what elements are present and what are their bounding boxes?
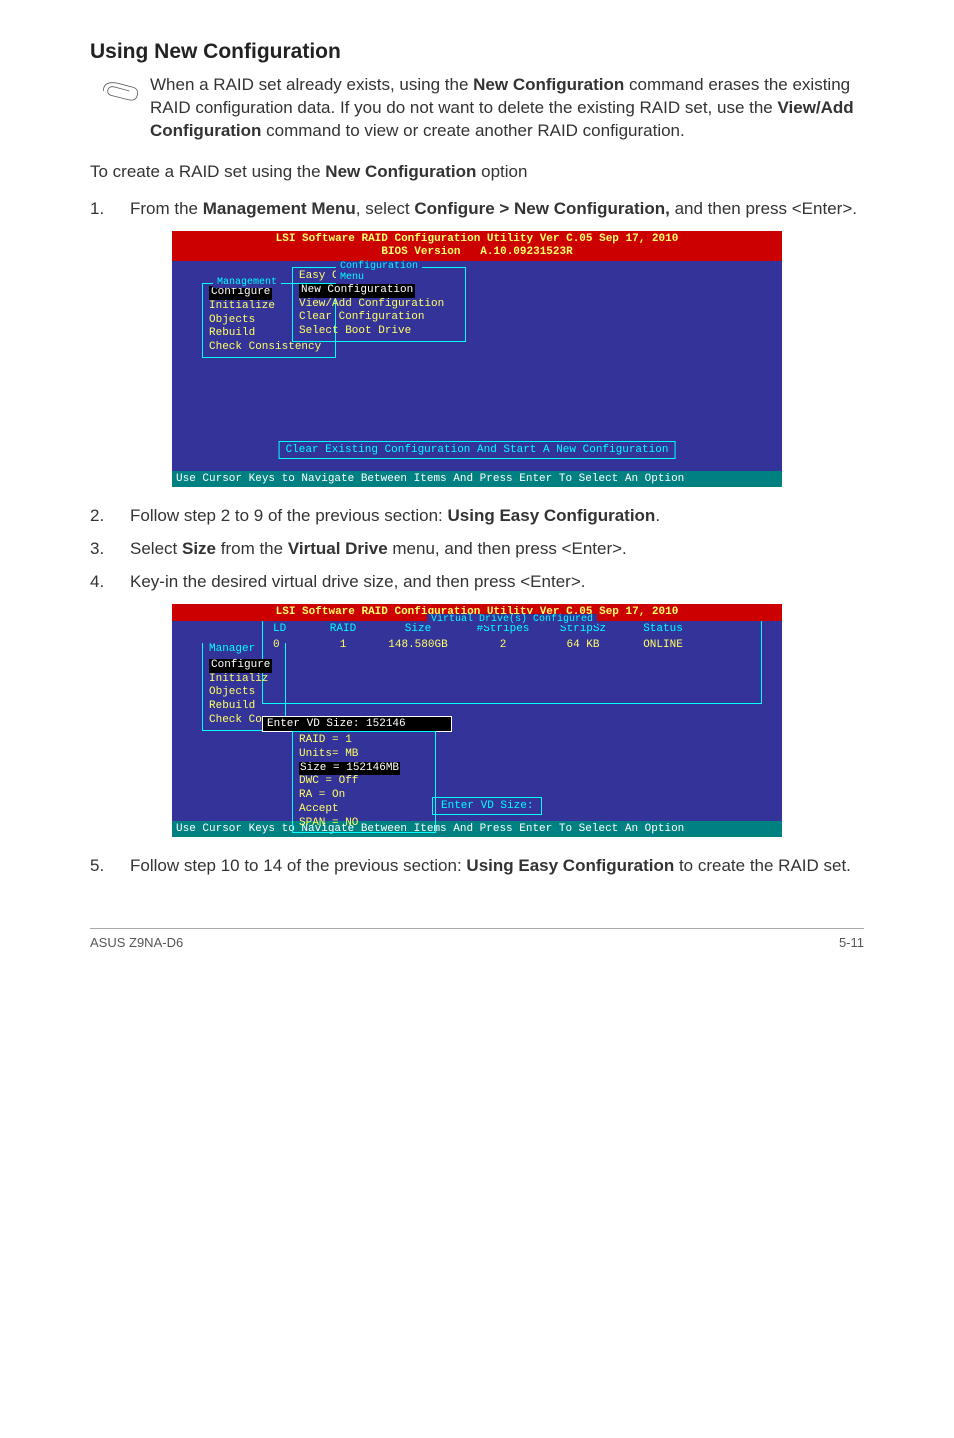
frag: to create the RAID set. — [674, 856, 851, 875]
frag: from the — [216, 539, 288, 558]
col-status: Status — [623, 623, 703, 635]
prop-size-value: 152146MB — [346, 762, 399, 774]
cell-raid: 1 — [313, 639, 373, 651]
step-2: 2. Follow step 2 to 9 of the previous se… — [90, 505, 864, 528]
step-num: 2. — [90, 505, 130, 528]
paperclip-note-icon — [90, 74, 150, 106]
bios-screenshot-1: LSI Software RAID Configuration Utility … — [172, 231, 782, 487]
col-raid: RAID — [313, 623, 373, 635]
frag: Follow step 10 to 14 of the previous sec… — [130, 856, 466, 875]
bios-footer-help: Use Cursor Keys to Navigate Between Item… — [172, 821, 782, 837]
frag-bold: Management Menu — [203, 199, 356, 218]
cell-stripes: 2 — [463, 639, 543, 651]
mgmt-item: Manager — [209, 643, 279, 657]
prop-span: SPAN = NO — [299, 817, 429, 831]
enter-vd-size-prompt: Enter VD Size: — [432, 797, 542, 815]
management-menu-title: Management — [213, 277, 281, 288]
mgmt-item: Objects — [209, 686, 279, 700]
step-num: 4. — [90, 571, 130, 594]
frag-bold: Size — [182, 539, 216, 558]
step-text: Follow step 2 to 9 of the previous secti… — [130, 505, 864, 528]
vd-size-input-label: Enter VD Size: — [267, 718, 366, 730]
step-4: 4. Key-in the desired virtual drive size… — [90, 571, 864, 594]
frag-bold: Using Easy Configuration — [466, 856, 674, 875]
intro-paragraph: To create a RAID set using the New Confi… — [90, 161, 864, 184]
step-text: Select Size from the Virtual Drive menu,… — [130, 538, 864, 561]
step-text: Follow step 10 to 14 of the previous sec… — [130, 855, 864, 878]
prop-raid: RAID = 1 — [299, 734, 429, 748]
frag-bold: Using Easy Configuration — [448, 506, 656, 525]
intro-frag: option — [476, 162, 527, 181]
frag: From the — [130, 199, 203, 218]
prop-size: Size = 152146MB — [299, 762, 429, 776]
cfg-item-clear: Clear Configuration — [299, 311, 459, 325]
mgmt-item: Initializ — [209, 673, 279, 687]
frag-bold: Configure > New Configuration, — [414, 199, 669, 218]
note-block: When a RAID set already exists, using th… — [90, 74, 864, 143]
intro-bold: New Configuration — [325, 162, 476, 181]
step-3: 3. Select Size from the Virtual Drive me… — [90, 538, 864, 561]
mgmt-item-check-consistency: Check Consistency — [209, 341, 329, 355]
cell-size: 148.580GB — [373, 639, 463, 651]
page-footer: ASUS Z9NA-D6 5-11 — [90, 928, 864, 950]
col-ld: LD — [263, 623, 313, 635]
frag: Select — [130, 539, 182, 558]
frag: , select — [356, 199, 415, 218]
vd-size-input-box: Enter VD Size: 152146 — [262, 716, 452, 732]
intro-frag: To create a RAID set using the — [90, 162, 325, 181]
frag: Follow step 2 to 9 of the previous secti… — [130, 506, 448, 525]
prop-ra: RA = On — [299, 789, 429, 803]
drive-properties-box: RAID = 1 Units= MB Size = 152146MB DWC =… — [292, 731, 436, 833]
prop-accept: Accept — [299, 803, 429, 817]
mgmt-item-configure: Configure — [209, 659, 279, 673]
bios-confirm-message: Clear Existing Configuration And Start A… — [279, 441, 676, 459]
virtual-drives-table: Virtual Drive(s) Configured LD RAID Size… — [262, 621, 762, 704]
step-5: 5. Follow step 10 to 14 of the previous … — [90, 855, 864, 878]
note-text: When a RAID set already exists, using th… — [150, 74, 864, 143]
frag: . — [655, 506, 660, 525]
bios-footer-help: Use Cursor Keys to Navigate Between Item… — [172, 471, 782, 487]
cfg-item-boot: Select Boot Drive — [299, 325, 459, 339]
footer-product: ASUS Z9NA-D6 — [90, 935, 183, 950]
cfg-item-viewadd: View/Add Configuration — [299, 298, 459, 312]
mgmt-item: Rebuild — [209, 700, 279, 714]
vd-size-input-value: 152146 — [366, 718, 406, 730]
vd-table-title: Virtual Drive(s) Configured — [427, 614, 597, 625]
frag: Key-in the desired virtual drive size, a… — [130, 572, 585, 591]
prop-size-label: Size = — [300, 762, 346, 774]
step-num: 3. — [90, 538, 130, 561]
step-num: 1. — [90, 198, 130, 221]
cell-status: ONLINE — [623, 639, 703, 651]
prop-units: Units= MB — [299, 748, 429, 762]
step-num: 5. — [90, 855, 130, 878]
note-text-frag: command to view or create another RAID c… — [261, 121, 684, 140]
section-title: Using New Configuration — [90, 40, 864, 64]
configuration-menu-title: Configuration Menu — [336, 261, 422, 283]
note-bold-1: New Configuration — [473, 75, 624, 94]
vd-table-row: 0 1 148.580GB 2 64 KB ONLINE — [263, 637, 761, 653]
prop-dwc: DWC = Off — [299, 775, 429, 789]
cell-stripsz: 64 KB — [543, 639, 623, 651]
frag-bold: Virtual Drive — [288, 539, 388, 558]
step-text: From the Management Menu, select Configu… — [130, 198, 864, 221]
frag: and then press <Enter>. — [670, 199, 857, 218]
step-1: 1. From the Management Menu, select Conf… — [90, 198, 864, 221]
footer-page-number: 5-11 — [839, 935, 864, 950]
configuration-menu: Configuration Menu Easy Configuration Ne… — [292, 267, 466, 342]
cfg-item-new: New Configuration — [299, 284, 459, 298]
step-text: Key-in the desired virtual drive size, a… — [130, 571, 864, 594]
bios-screenshot-2: LSI Software RAID Configuration Utility … — [172, 604, 782, 837]
note-text-frag: When a RAID set already exists, using th… — [150, 75, 473, 94]
bios-header: LSI Software RAID Configuration Utility … — [172, 231, 782, 261]
frag: menu, and then press <Enter>. — [388, 539, 627, 558]
